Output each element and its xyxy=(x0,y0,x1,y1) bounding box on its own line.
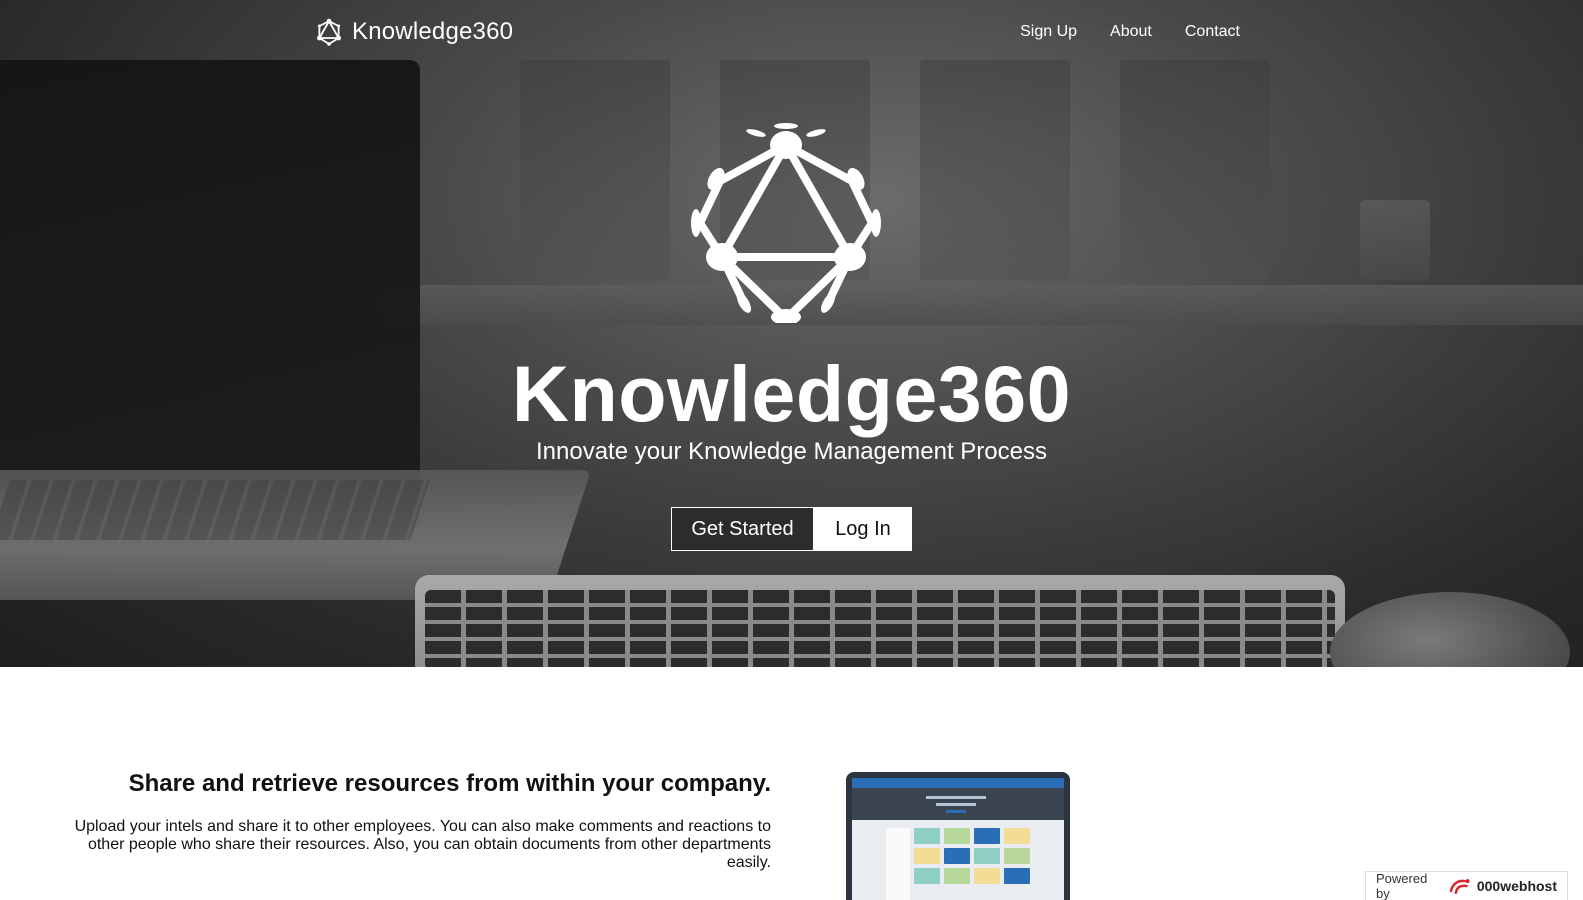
log-in-button[interactable]: Log In xyxy=(814,507,912,551)
preview-topbar xyxy=(852,778,1064,788)
powered-by-brand: 000webhost xyxy=(1476,878,1557,894)
feature-title: Share and retrieve resources from within… xyxy=(128,770,771,797)
hero-title: Knowledge360 xyxy=(511,349,1072,438)
nav-links: Sign Up About Contact xyxy=(1020,23,1240,41)
feature-description: Upload your intels and share it to other… xyxy=(74,818,771,871)
background-window xyxy=(520,60,670,280)
get-started-button[interactable]: Get Started xyxy=(671,507,814,551)
nav-link-sign-up[interactable]: Sign Up xyxy=(1020,23,1077,41)
hero-section: Knowledge360 Sign Up About Contact Knowl… xyxy=(0,0,1583,667)
preview-grid xyxy=(914,828,1030,884)
preview-header xyxy=(852,788,1064,820)
powered-by-label: Powered by xyxy=(1376,871,1428,900)
network-sphere-icon xyxy=(691,123,881,323)
brand-name: Knowledge360 xyxy=(352,18,514,45)
nav-link-about[interactable]: About xyxy=(1110,23,1152,41)
hero-subtitle: Innovate your Knowledge Management Proce… xyxy=(536,438,1047,465)
brand-link[interactable]: Knowledge360 xyxy=(314,17,513,47)
hero-button-group: Get Started Log In xyxy=(671,507,912,551)
background-mouse xyxy=(1330,592,1570,667)
background-window xyxy=(1120,60,1270,280)
background-shelf xyxy=(380,285,1583,325)
network-sphere-icon xyxy=(317,18,341,46)
preview-sidebar xyxy=(886,828,910,900)
dashboard-preview-image xyxy=(846,772,1070,900)
powered-by-badge[interactable]: Powered by 000webhost xyxy=(1365,871,1568,900)
000webhost-icon xyxy=(1450,879,1470,895)
background-window xyxy=(920,60,1070,280)
background-keyboard-keys xyxy=(425,590,1335,667)
nav-link-contact[interactable]: Contact xyxy=(1185,23,1240,41)
preview-screen xyxy=(852,778,1064,900)
navbar: Knowledge360 Sign Up About Contact xyxy=(0,0,1583,66)
background-laptop-keys xyxy=(0,480,430,540)
background-cup xyxy=(1360,200,1430,280)
